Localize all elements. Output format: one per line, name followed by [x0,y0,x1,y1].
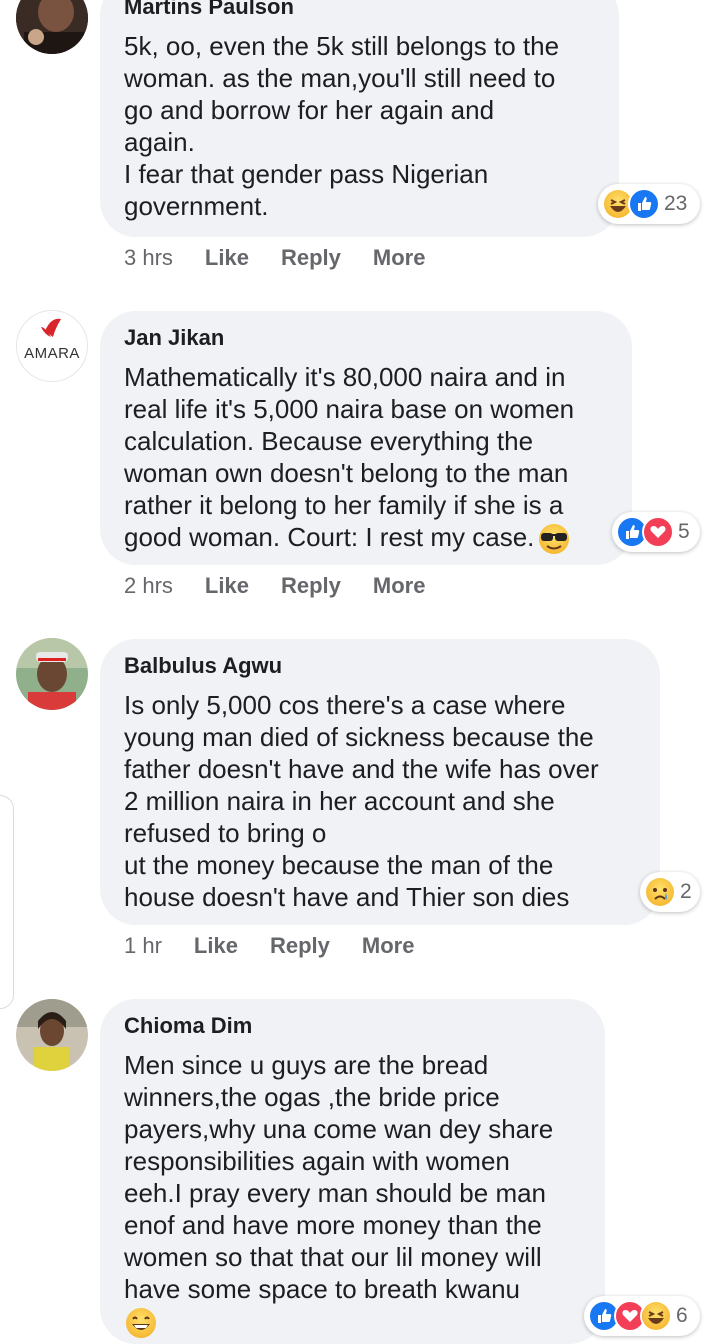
more-button[interactable]: More [373,573,426,599]
comment-timestamp[interactable]: 3 hrs [124,245,173,271]
profile-photo-icon [16,0,88,54]
amara-logo-text: AMARA [24,345,80,362]
comment-bubble: Martins Paulson 5k, oo, even the 5k stil… [100,0,619,237]
comment-text: Is only 5,000 cos there's a case where y… [124,690,599,912]
like-button[interactable]: Like [205,245,249,271]
reaction-count: 6 [676,1304,688,1327]
reaction-summary[interactable]: 5 [612,512,700,552]
more-button[interactable]: More [362,933,415,959]
like-button[interactable]: Like [194,933,238,959]
reaction-count: 23 [664,192,688,215]
avatar[interactable] [16,0,88,54]
profile-photo-icon [16,999,88,1071]
comment-text: Mathematically it's 80,000 naira and in … [124,362,575,552]
reply-button[interactable]: Reply [281,573,341,599]
reaction-summary[interactable]: 2 [640,872,700,912]
comment-timestamp[interactable]: 1 hr [124,933,162,959]
avatar[interactable]: AMARA [16,310,88,382]
comment-text: Men since u guys are the bread winners,t… [124,1050,554,1304]
comment-author[interactable]: Chioma Dim [124,1013,581,1039]
comment-bubble: Balbulus Agwu Is only 5,000 cos there's … [100,639,660,925]
more-button[interactable]: More [373,245,426,271]
comment-text: 5k, oo, even the 5k still belongs to the… [124,31,560,221]
reaction-summary[interactable]: 23 [598,184,700,224]
avatar[interactable] [16,999,88,1071]
comment-timestamp[interactable]: 2 hrs [124,573,173,599]
sunglasses-emoji-icon [539,524,570,555]
comment-actions: 1 hr Like Reply More [124,933,446,959]
profile-photo-icon [16,638,88,710]
reply-button[interactable]: Reply [270,933,330,959]
like-button[interactable]: Like [205,573,249,599]
reaction-count: 5 [678,520,690,543]
comment-author[interactable]: Martins Paulson [124,0,595,20]
comment-actions: 2 hrs Like Reply More [124,573,457,599]
reply-button[interactable]: Reply [281,245,341,271]
sad-icon [644,876,676,908]
comment-bubble: Jan Jikan Mathematically it's 80,000 nai… [100,311,632,565]
like-icon [628,188,660,220]
smiling-emoji-icon [126,1308,156,1339]
comment-author[interactable]: Balbulus Agwu [124,653,636,679]
comment-actions: 3 hrs Like Reply More [124,245,457,271]
comment-author[interactable]: Jan Jikan [124,325,608,351]
comment-bubble: Chioma Dim Men since u guys are the brea… [100,999,605,1344]
haha-icon [640,1300,672,1332]
reaction-count: 2 [680,880,692,903]
love-icon [642,516,674,548]
reaction-summary[interactable]: 6 [584,1296,700,1336]
side-panel-edge [0,795,14,1009]
avatar[interactable] [16,638,88,710]
